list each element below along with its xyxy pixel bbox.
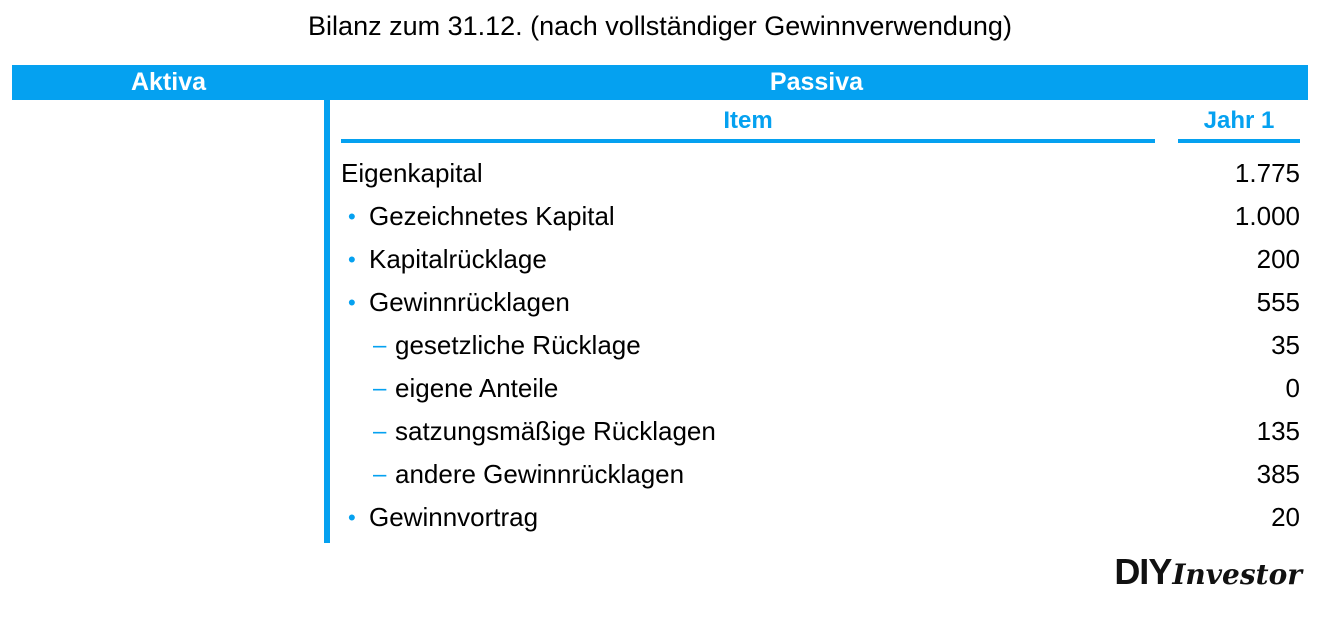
row-value: 200: [1256, 244, 1300, 274]
column-header-jahr-1: Jahr 1: [1178, 104, 1300, 143]
logo-secondary-text: Investor: [1172, 558, 1302, 591]
row-value: 1.000: [1234, 201, 1300, 231]
table-row: – eigene Anteile 0: [341, 367, 1300, 410]
row-label: andere Gewinnrücklagen: [395, 459, 685, 489]
bullet-marker-icon: •: [348, 505, 356, 530]
bullet-marker-icon: •: [348, 290, 356, 315]
dash-marker-icon: –: [373, 375, 387, 402]
row-label: eigene Anteile: [395, 373, 559, 403]
row-value: 555: [1256, 287, 1300, 317]
balance-sheet-slide: Bilanz zum 31.12. (nach vollständiger Ge…: [0, 0, 1320, 619]
page-title: Bilanz zum 31.12. (nach vollständiger Ge…: [308, 11, 1012, 41]
column-header-item: Item: [341, 104, 1155, 143]
row-value: 385: [1256, 459, 1300, 489]
row-label: satzungsmäßige Rücklagen: [395, 416, 716, 446]
table-row: • Gezeichnetes Kapital 1.000: [341, 195, 1300, 238]
table-row: • Gewinnvortrag 20: [341, 496, 1300, 539]
row-label: Gewinnvortrag: [369, 502, 539, 532]
section-header-band: Aktiva Passiva: [12, 65, 1308, 100]
row-value: 35: [1271, 330, 1300, 360]
column-group-aktiva: Aktiva: [130, 68, 207, 96]
row-label: Gewinnrücklagen: [369, 287, 570, 317]
row-value: 20: [1271, 502, 1300, 532]
table-row: • Gewinnrücklagen 555: [341, 281, 1300, 324]
table-row: – andere Gewinnrücklagen 385: [341, 453, 1300, 496]
dash-marker-icon: –: [373, 461, 387, 488]
bullet-marker-icon: •: [348, 204, 356, 229]
vertical-divider: [324, 100, 330, 543]
table-row: – gesetzliche Rücklage 35: [341, 324, 1300, 367]
table-row: • Kapitalrücklage 200: [341, 238, 1300, 281]
row-value: 135: [1256, 416, 1300, 446]
logo-primary-text: DIY: [1114, 551, 1172, 592]
table-body: Eigenkapital 1.775 • Gezeichnetes Kapital 1.…: [341, 152, 1300, 539]
bullet-marker-icon: •: [348, 247, 356, 272]
table-header-row: Item Jahr 1: [341, 104, 1300, 146]
column-group-passiva: Passiva: [769, 68, 864, 96]
row-value: 1.775: [1234, 158, 1300, 188]
row-value: 0: [1285, 373, 1300, 403]
table-row: – satzungsmäßige Rücklagen 135: [341, 410, 1300, 453]
dash-marker-icon: –: [373, 332, 387, 359]
passiva-table: Item Jahr 1 Eigenkapital 1.775 • Gezeichnet…: [341, 104, 1300, 539]
diy-investor-logo: DIY Investor: [1114, 551, 1302, 592]
row-label: Eigenkapital: [341, 158, 483, 188]
row-label: Kapitalrücklage: [369, 244, 547, 274]
dash-marker-icon: –: [373, 418, 387, 445]
row-label: Gezeichnetes Kapital: [369, 201, 615, 231]
table-row: Eigenkapital 1.775: [341, 152, 1300, 195]
row-label: gesetzliche Rücklage: [395, 330, 641, 360]
